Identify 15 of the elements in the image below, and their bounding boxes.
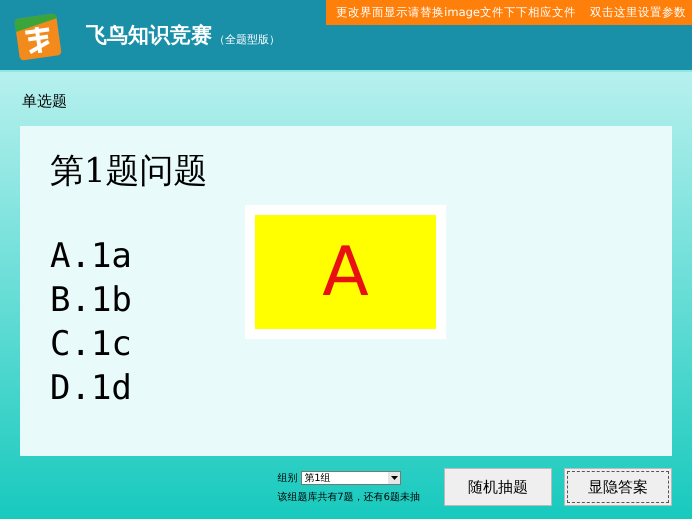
answer-option: D.1d — [50, 366, 132, 410]
action-button[interactable]: 随机抽题 — [444, 468, 552, 506]
question-type-label: 单选题 — [22, 92, 68, 112]
question-count-note: 该组题库共有7题，还有6题未抽 — [277, 490, 420, 504]
app-subtitle: （全题型版） — [214, 32, 280, 46]
app-title: 飞鸟知识竞赛 — [86, 22, 212, 49]
group-label: 组别 — [277, 472, 298, 484]
answer-option: B.1b — [50, 278, 132, 322]
answer-option: A.1a — [50, 234, 132, 278]
group-select[interactable]: 第1组 — [301, 470, 402, 484]
question-title: 第1题问题 — [50, 150, 209, 193]
action-button[interactable]: 显隐答案 — [564, 468, 672, 506]
notice-text: 更改界面显示请替换image文件下下相应文件 — [336, 5, 576, 20]
answer-text: A — [255, 215, 436, 329]
answer-option: C.1c — [50, 322, 132, 366]
